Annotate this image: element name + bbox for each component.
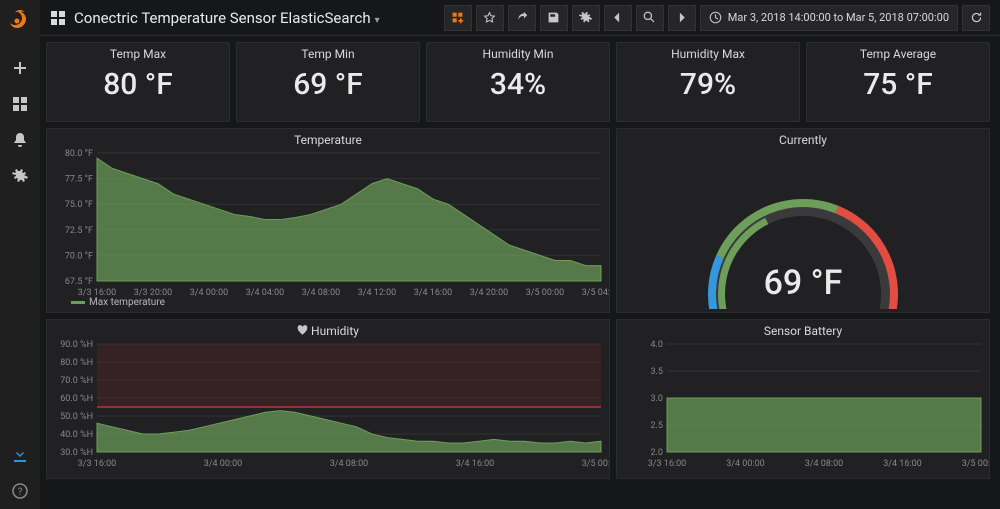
svg-text:75.0 °F: 75.0 °F <box>65 200 93 210</box>
svg-text:3/4 16:00: 3/4 16:00 <box>883 459 921 469</box>
svg-text:3/4 16:00: 3/4 16:00 <box>456 459 494 469</box>
svg-text:3/4 16:00: 3/4 16:00 <box>414 288 452 298</box>
temperature-chart-panel[interactable]: Temperature 67.5 °F70.0 °F72.5 °F75.0 °F… <box>46 128 610 313</box>
svg-text:3.0: 3.0 <box>651 394 664 404</box>
svg-text:3/4 00:00: 3/4 00:00 <box>204 459 242 469</box>
svg-text:3/3 16:00: 3/3 16:00 <box>78 459 116 469</box>
svg-text:40.0 %H: 40.0 %H <box>60 430 93 440</box>
svg-text:77.5 °F: 77.5 °F <box>65 175 93 185</box>
save-button[interactable] <box>540 5 568 31</box>
svg-text:3/4 12:00: 3/4 12:00 <box>358 288 396 298</box>
dashboard-title[interactable]: Conectric Temperature Sensor ElasticSear… <box>74 9 380 27</box>
top-bar: Conectric Temperature Sensor ElasticSear… <box>40 0 1000 36</box>
add-panel-button[interactable] <box>444 5 472 31</box>
svg-text:3/3 16:00: 3/3 16:00 <box>648 459 686 469</box>
svg-text:60.0 %H: 60.0 %H <box>60 394 93 404</box>
stat-panel-temp-max[interactable]: Temp Max80 °F <box>46 42 230 122</box>
svg-text:3/4 04:00: 3/4 04:00 <box>246 288 284 298</box>
plus-icon[interactable] <box>12 60 28 76</box>
dashboard-grid-icon[interactable] <box>50 10 66 26</box>
svg-text:72.5 °F: 72.5 °F <box>65 226 93 236</box>
side-nav: ? <box>0 0 40 509</box>
battery-chart-panel[interactable]: Sensor Battery 2.02.53.03.54.03/3 16:003… <box>616 319 990 479</box>
svg-text:3.5: 3.5 <box>651 367 664 377</box>
star-button[interactable] <box>476 5 504 31</box>
stat-panel-temp-min[interactable]: Temp Min69 °F <box>236 42 420 122</box>
svg-text:3/5 04:00: 3/5 04:00 <box>582 288 609 298</box>
grafana-logo-icon <box>8 8 32 32</box>
share-button[interactable] <box>508 5 536 31</box>
svg-text:3/5 00:00: 3/5 00:00 <box>526 288 564 298</box>
temperature-legend: Max temperature <box>71 297 165 308</box>
time-forward-button[interactable] <box>668 5 696 31</box>
bell-icon[interactable] <box>12 132 28 148</box>
humidity-chart-panel[interactable]: Humidity 30.0 %H40.0 %H50.0 %H60.0 %H70.… <box>46 319 610 479</box>
settings-button[interactable] <box>572 5 600 31</box>
refresh-button[interactable] <box>962 5 990 31</box>
download-icon[interactable] <box>12 447 28 463</box>
svg-text:67.5 °F: 67.5 °F <box>65 277 93 287</box>
svg-text:3/4 08:00: 3/4 08:00 <box>302 288 340 298</box>
svg-text:?: ? <box>18 487 23 498</box>
svg-text:4.0: 4.0 <box>651 340 664 350</box>
svg-text:3/4 08:00: 3/4 08:00 <box>330 459 368 469</box>
zoom-out-button[interactable] <box>636 5 664 31</box>
svg-text:70.0 %H: 70.0 %H <box>60 376 93 386</box>
svg-text:3/4 20:00: 3/4 20:00 <box>470 288 508 298</box>
svg-text:3/4 00:00: 3/4 00:00 <box>726 459 764 469</box>
stat-panel-temp-avg[interactable]: Temp Average75 °F <box>806 42 990 122</box>
apps-grid-icon[interactable] <box>12 96 28 112</box>
svg-text:3/4 08:00: 3/4 08:00 <box>805 459 843 469</box>
svg-text:90.0 %H: 90.0 %H <box>60 340 93 350</box>
gear-icon[interactable] <box>12 168 28 184</box>
heart-icon <box>297 325 308 336</box>
svg-text:80.0 %H: 80.0 %H <box>60 358 93 368</box>
svg-text:30.0 %H: 30.0 %H <box>60 448 93 458</box>
svg-text:3/5 00:00: 3/5 00:00 <box>582 459 609 469</box>
gauge-panel[interactable]: Currently 69 °F <box>616 128 990 313</box>
svg-text:69 °F: 69 °F <box>764 263 843 303</box>
svg-text:80.0 °F: 80.0 °F <box>65 149 93 159</box>
clock-icon <box>709 11 722 24</box>
svg-text:3/5 00:00: 3/5 00:00 <box>962 459 989 469</box>
svg-text:3/4 00:00: 3/4 00:00 <box>190 288 228 298</box>
time-back-button[interactable] <box>604 5 632 31</box>
svg-text:50.0 %H: 50.0 %H <box>60 412 93 422</box>
svg-text:2.5: 2.5 <box>651 421 664 431</box>
help-icon[interactable]: ? <box>12 483 28 499</box>
svg-text:70.0 °F: 70.0 °F <box>65 251 93 261</box>
time-range-picker[interactable]: Mar 3, 2018 14:00:00 to Mar 5, 2018 07:0… <box>700 5 958 31</box>
stat-panel-humidity-min[interactable]: Humidity Min34% <box>426 42 610 122</box>
svg-text:2.0: 2.0 <box>651 448 664 458</box>
stat-panel-humidity-max[interactable]: Humidity Max79% <box>616 42 800 122</box>
chevron-down-icon: ▾ <box>375 15 380 26</box>
